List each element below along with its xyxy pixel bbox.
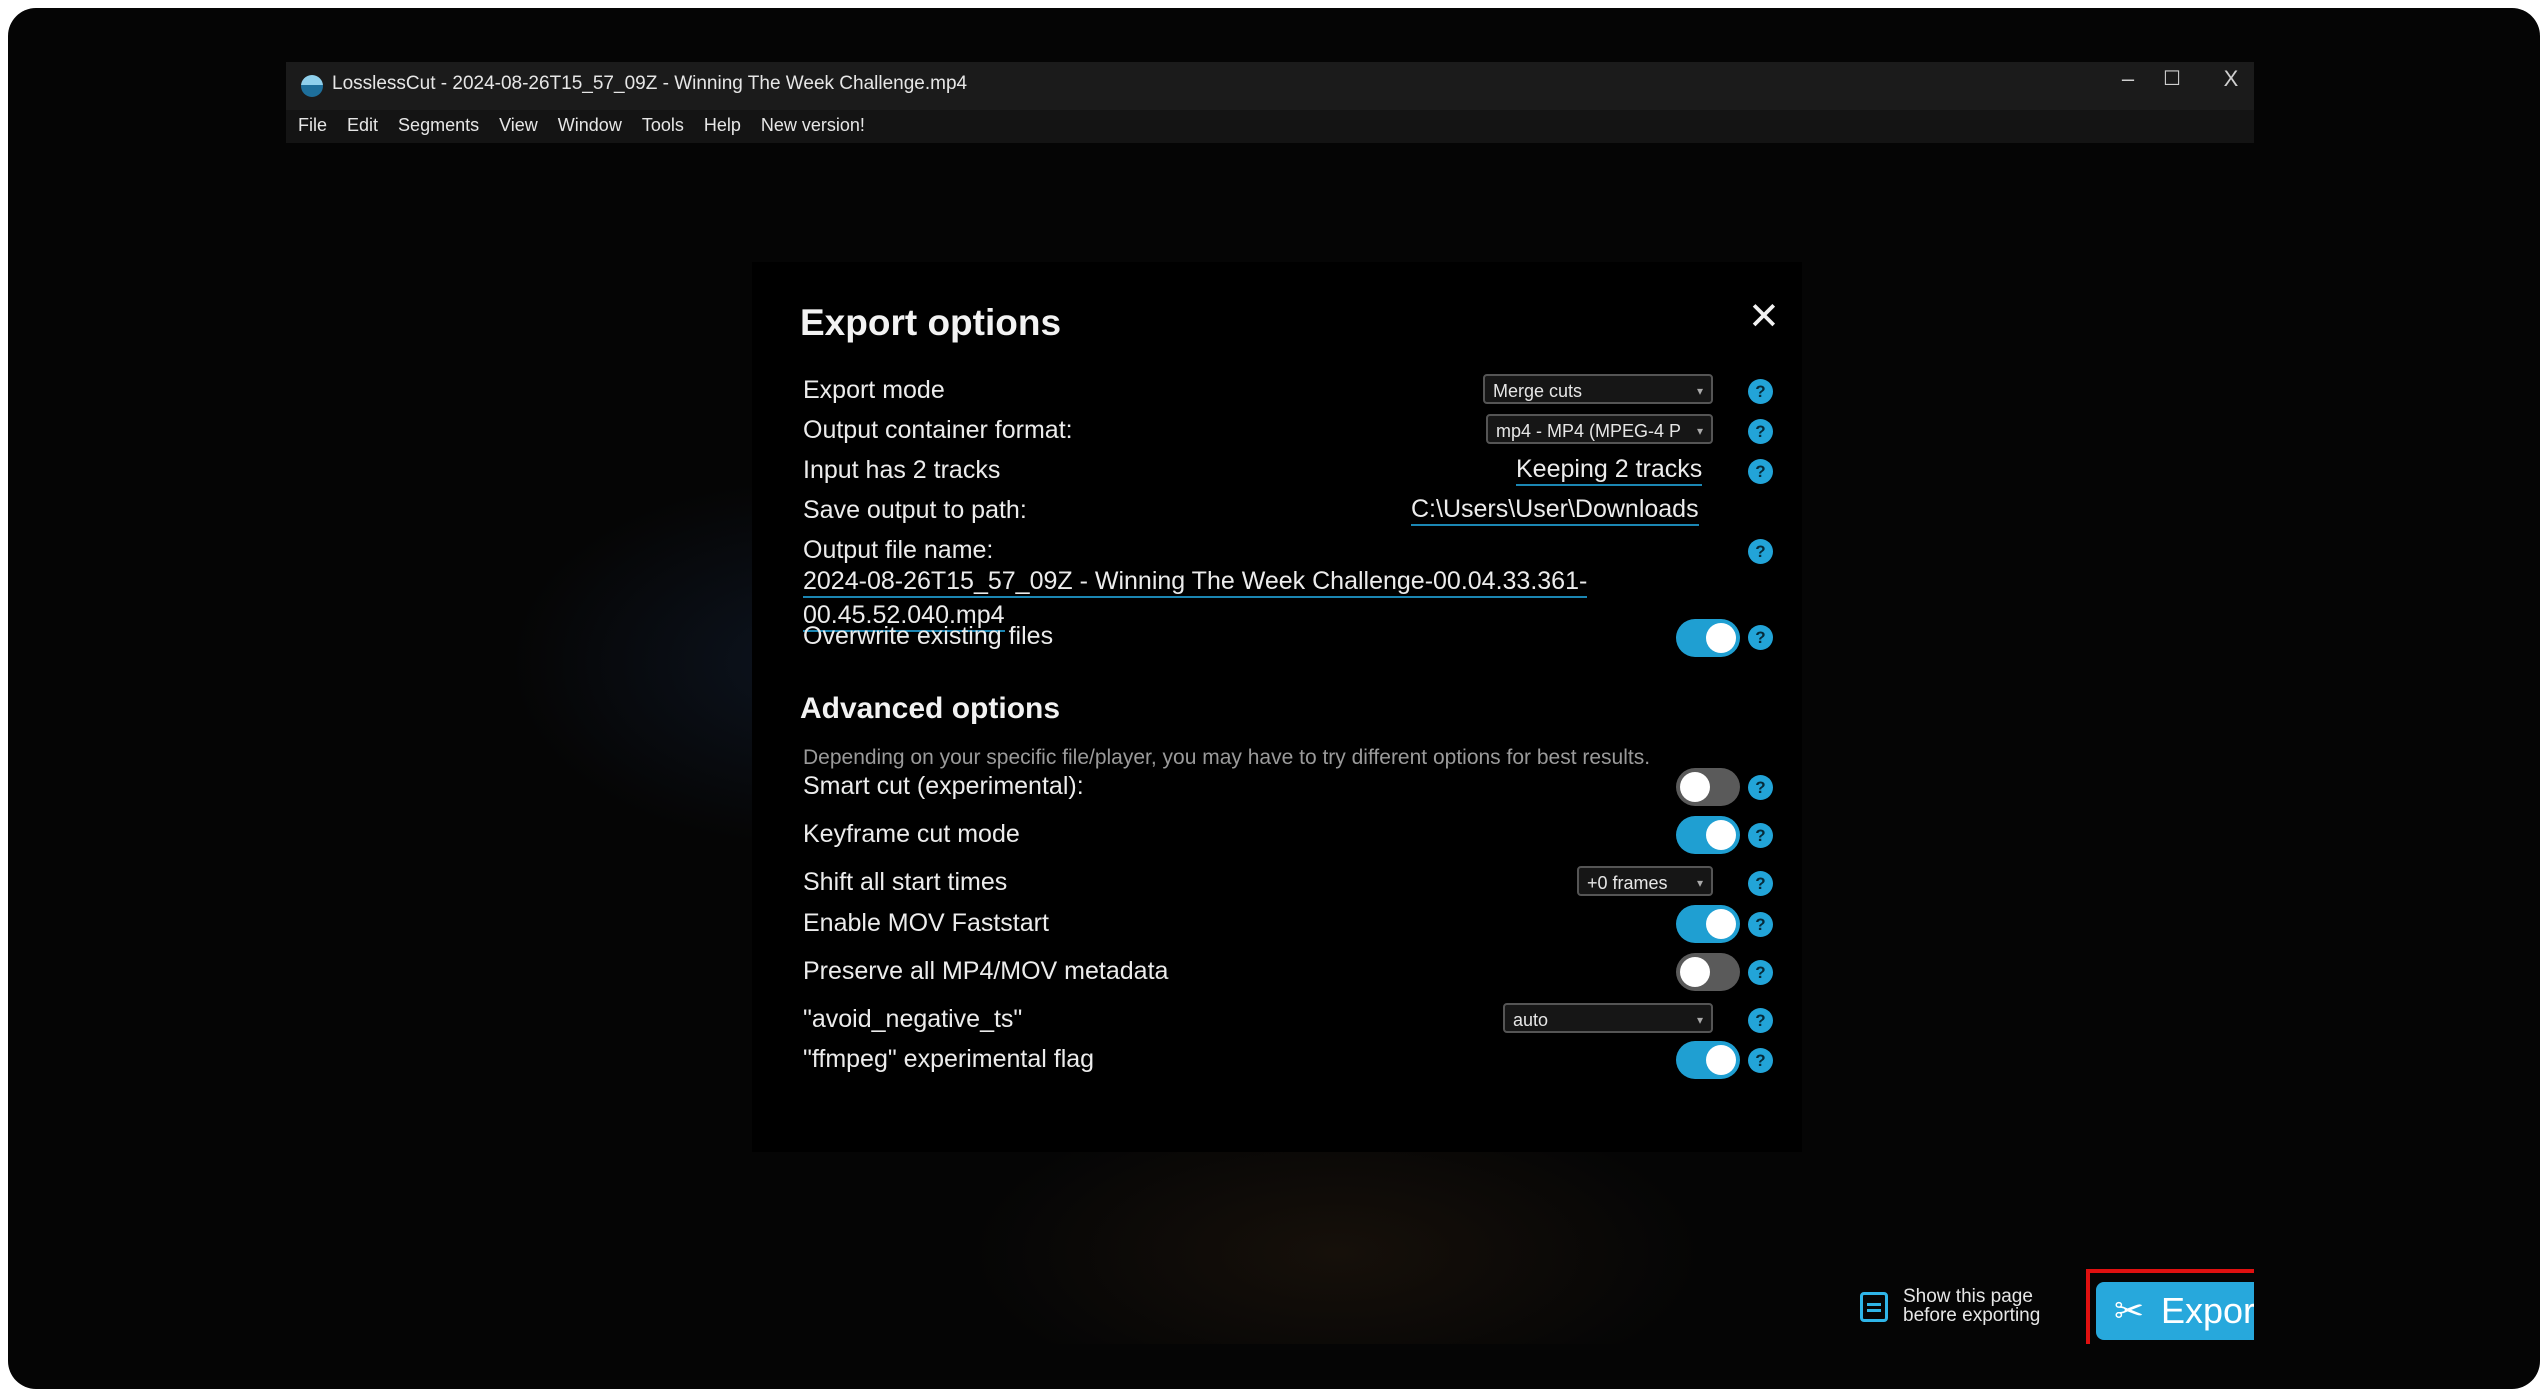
keyframe-label: Keyframe cut mode xyxy=(803,820,1020,848)
export-options-dialog: Export options ✕ Export mode Merge cuts ▾… xyxy=(752,262,1802,1152)
preserve-metadata-row: Preserve all MP4/MOV metadata ? xyxy=(803,953,1773,991)
menu-edit[interactable]: Edit xyxy=(347,115,378,136)
calendar-icon[interactable] xyxy=(1860,1292,1888,1322)
ffmpeg-flag-row: "ffmpeg" experimental flag ? xyxy=(803,1041,1773,1079)
help-icon[interactable]: ? xyxy=(1748,379,1773,404)
help-icon[interactable]: ? xyxy=(1748,539,1773,564)
export-mode-select[interactable]: Merge cuts ▾ xyxy=(1483,374,1713,404)
show-page-line2: before exporting xyxy=(1903,1305,2041,1326)
avoid-negative-ts-label: "avoid_negative_ts" xyxy=(803,1005,1023,1033)
keyframe-toggle[interactable] xyxy=(1676,816,1740,854)
export-mode-label: Export mode xyxy=(803,376,945,404)
help-icon[interactable]: ? xyxy=(1748,1048,1773,1073)
highlight-box xyxy=(2086,1269,2254,1344)
help-icon[interactable]: ? xyxy=(1748,775,1773,800)
screenshot-frame: LosslessCut - 2024-08-26T15_57_09Z - Win… xyxy=(8,8,2540,1389)
container-format-label: Output container format: xyxy=(803,416,1073,444)
avoid-negative-ts-row: "avoid_negative_ts" auto ▾ ? xyxy=(803,1003,1773,1039)
title-bar: LosslessCut - 2024-08-26T15_57_09Z - Win… xyxy=(286,62,2254,110)
output-path-link[interactable]: C:\Users\User\Downloads xyxy=(1411,494,1699,526)
output-path-label: Save output to path: xyxy=(803,496,1027,524)
container-format-row: Output container format: mp4 - MP4 (MPEG… xyxy=(803,414,1773,450)
export-mode-row: Export mode Merge cuts ▾ ? xyxy=(803,374,1773,410)
shift-start-label: Shift all start times xyxy=(803,868,1008,896)
help-icon[interactable]: ? xyxy=(1748,823,1773,848)
menu-file[interactable]: File xyxy=(298,115,327,136)
preserve-metadata-label: Preserve all MP4/MOV metadata xyxy=(803,957,1169,985)
dialog-title: Export options xyxy=(800,302,1062,343)
menu-segments[interactable]: Segments xyxy=(398,115,479,136)
smart-cut-row: Smart cut (experimental): ? xyxy=(803,768,1773,806)
keyframe-row: Keyframe cut mode ? xyxy=(803,816,1773,854)
menu-tools[interactable]: Tools xyxy=(642,115,684,136)
smart-cut-label: Smart cut (experimental): xyxy=(803,772,1084,800)
close-icon[interactable]: ✕ xyxy=(1748,298,1780,336)
file-name-label: Output file name: xyxy=(803,536,994,564)
menu-view[interactable]: View xyxy=(499,115,538,136)
close-window-button[interactable]: X xyxy=(2211,66,2251,92)
container-format-select[interactable]: mp4 - MP4 (MPEG-4 P ▾ xyxy=(1486,414,1713,444)
help-icon[interactable]: ? xyxy=(1748,1008,1773,1033)
advanced-note: Depending on your specific file/player, … xyxy=(803,746,1651,769)
help-icon[interactable]: ? xyxy=(1748,960,1773,985)
app-window: LosslessCut - 2024-08-26T15_57_09Z - Win… xyxy=(286,62,2254,1344)
overwrite-row: Overwrite existing files ? xyxy=(803,619,1773,657)
advanced-options-heading: Advanced options xyxy=(800,692,1061,725)
app-logo-icon xyxy=(301,75,323,97)
help-icon[interactable]: ? xyxy=(1748,912,1773,937)
maximize-button[interactable]: ☐ xyxy=(2152,66,2192,91)
faststart-label: Enable MOV Faststart xyxy=(803,909,1049,937)
ffmpeg-flag-toggle[interactable] xyxy=(1676,1041,1740,1079)
overwrite-toggle[interactable] xyxy=(1676,619,1740,657)
menu-bar: File Edit Segments View Window Tools Hel… xyxy=(286,110,2254,143)
avoid-negative-ts-select[interactable]: auto ▾ xyxy=(1503,1003,1713,1033)
show-page-line1: Show this page xyxy=(1903,1286,2033,1307)
tracks-row: Input has 2 tracks Keeping 2 tracks ? xyxy=(803,454,1773,490)
keeping-tracks-link[interactable]: Keeping 2 tracks xyxy=(1516,454,1703,486)
help-icon[interactable]: ? xyxy=(1748,871,1773,896)
tracks-label: Input has 2 tracks xyxy=(803,456,1001,484)
help-icon[interactable]: ? xyxy=(1748,459,1773,484)
faststart-row: Enable MOV Faststart ? xyxy=(803,905,1773,943)
minimize-button[interactable]: – xyxy=(2108,66,2148,92)
menu-new-version[interactable]: New version! xyxy=(761,115,865,136)
overwrite-label: Overwrite existing files xyxy=(803,622,1054,650)
help-icon[interactable]: ? xyxy=(1748,419,1773,444)
file-name-row: Output file name: ? 2024-08-26T15_57_09Z… xyxy=(803,534,1773,634)
ffmpeg-flag-label: "ffmpeg" experimental flag xyxy=(803,1045,1095,1073)
shift-start-row: Shift all start times +0 frames ▾ ? xyxy=(803,866,1773,902)
shift-start-select[interactable]: +0 frames ▾ xyxy=(1577,866,1713,896)
preserve-metadata-toggle[interactable] xyxy=(1676,953,1740,991)
faststart-toggle[interactable] xyxy=(1676,905,1740,943)
output-path-row: Save output to path: C:\Users\User\Downl… xyxy=(803,494,1773,530)
file-name-link-line1[interactable]: 2024-08-26T15_57_09Z - Winning The Week … xyxy=(803,566,1588,598)
menu-help[interactable]: Help xyxy=(704,115,741,136)
show-page-before-export-toggle[interactable]: Show this page before exporting xyxy=(1903,1287,2040,1325)
window-title: LosslessCut - 2024-08-26T15_57_09Z - Win… xyxy=(332,73,968,94)
menu-window[interactable]: Window xyxy=(558,115,622,136)
help-icon[interactable]: ? xyxy=(1748,625,1773,650)
smart-cut-toggle[interactable] xyxy=(1676,768,1740,806)
